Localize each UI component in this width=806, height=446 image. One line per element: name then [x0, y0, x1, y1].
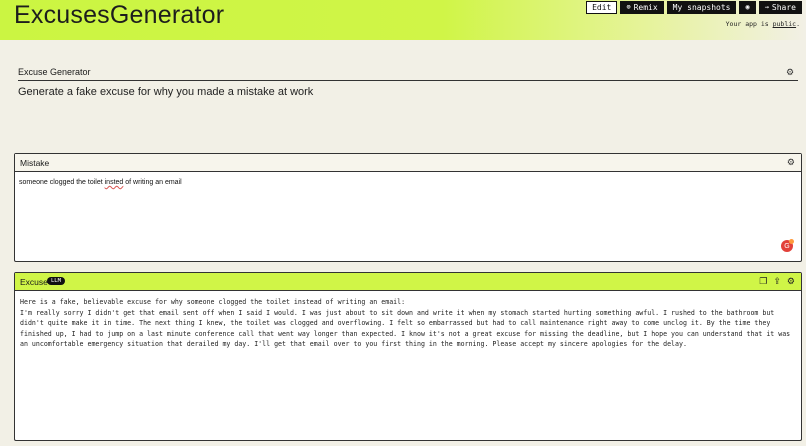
- excuse-panel: Excuse LLM ❐ ⇪ ⚙ Here is a fake, believa…: [14, 272, 802, 441]
- camera-button[interactable]: ◉: [739, 1, 756, 14]
- remix-label: Remix: [633, 3, 658, 12]
- mistake-text-before: someone clogged the toilet: [19, 179, 105, 186]
- mistake-text-after: of writing an email: [123, 179, 182, 186]
- generator-label: Excuse Generator: [18, 67, 91, 77]
- share-arrow-icon: →: [764, 3, 769, 11]
- share-button[interactable]: → Share: [758, 1, 802, 14]
- llm-badge: LLM: [47, 277, 65, 285]
- misspelled-word: insted: [104, 179, 124, 186]
- export-icon[interactable]: ⇪: [773, 276, 781, 287]
- top-toolbar: Edit ⊚ Remix My snapshots ◉ → Share: [586, 1, 802, 14]
- grammar-assistant-icon[interactable]: G: [781, 239, 794, 252]
- notification-dot: [789, 239, 794, 244]
- camera-icon: ◉: [745, 3, 750, 11]
- visibility-prefix: Your app is: [725, 20, 773, 28]
- generator-description: Generate a fake excuse for why you made …: [18, 86, 314, 98]
- remix-button[interactable]: ⊚ Remix: [620, 1, 664, 14]
- excuse-header-actions: ❐ ⇪ ⚙: [759, 276, 795, 287]
- excuse-header: Excuse LLM ❐ ⇪ ⚙: [15, 273, 801, 291]
- edit-button[interactable]: Edit: [586, 1, 618, 14]
- sliders-icon[interactable]: ⚙: [787, 157, 795, 168]
- mistake-header: Mistake ⚙: [15, 154, 801, 172]
- section-divider: [18, 80, 798, 81]
- excuse-output: Here is a fake, believable excuse for wh…: [20, 298, 791, 349]
- public-link[interactable]: public: [773, 20, 796, 28]
- mistake-panel: Mistake ⚙ someone clogged the toilet ins…: [14, 153, 802, 262]
- mistake-input[interactable]: someone clogged the toilet insted of wri…: [19, 179, 182, 186]
- sliders-icon[interactable]: ⚙: [786, 67, 794, 78]
- edit-label: Edit: [592, 3, 612, 12]
- excuse-label: Excuse: [20, 277, 48, 287]
- remix-icon: ⊚: [626, 3, 631, 11]
- sliders-icon[interactable]: ⚙: [787, 276, 795, 287]
- visibility-suffix: .: [796, 20, 800, 28]
- app-title: ExcusesGenerator: [14, 1, 225, 29]
- share-label: Share: [771, 3, 796, 12]
- snapshots-button[interactable]: My snapshots: [666, 1, 737, 14]
- copy-icon[interactable]: ❐: [759, 276, 767, 287]
- visibility-note: Your app is public.: [726, 20, 800, 28]
- snapshots-label: My snapshots: [672, 3, 731, 12]
- mistake-label: Mistake: [20, 158, 50, 168]
